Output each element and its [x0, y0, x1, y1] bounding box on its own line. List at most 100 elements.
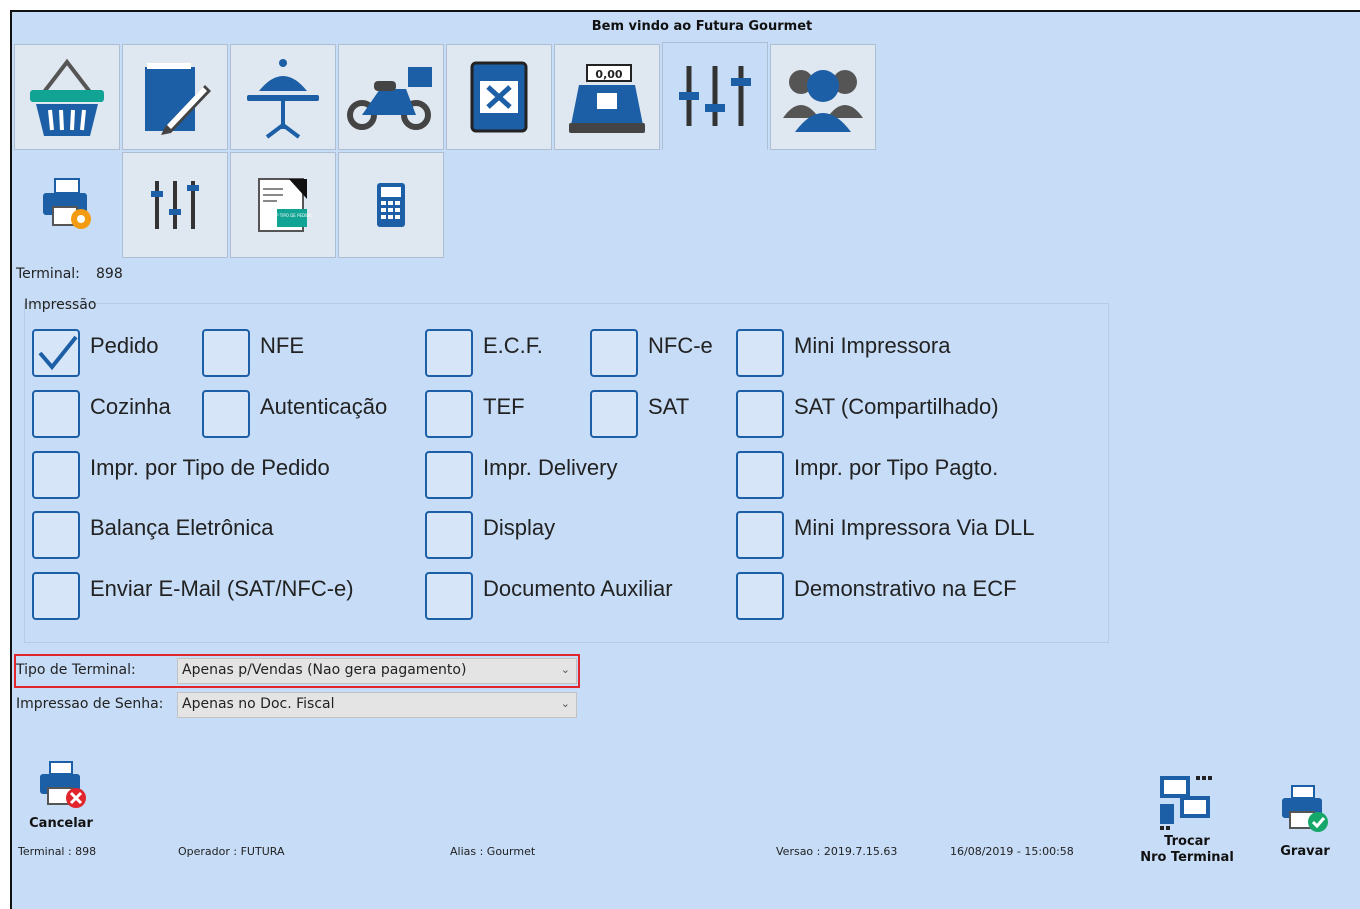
- basket-icon: [30, 58, 104, 136]
- checkbox-label: Mini Impressora Via DLL: [794, 515, 1035, 540]
- checkbox-box[interactable]: [32, 451, 80, 499]
- checkbox-box[interactable]: [425, 572, 473, 620]
- calculator-icon: [377, 183, 405, 227]
- checkbox-label: Autenticação: [260, 394, 388, 419]
- checkbox-e-c-f[interactable]: E.C.F.: [425, 329, 543, 377]
- impressao-senha-value: Apenas no Doc. Fiscal: [182, 696, 335, 712]
- checkbox-impr-delivery[interactable]: Impr. Delivery: [425, 451, 617, 499]
- checkbox-tef[interactable]: TEF: [425, 390, 525, 438]
- cash-register-icon: 0,00: [569, 64, 645, 133]
- checkbox-cozinha[interactable]: Cozinha: [32, 390, 171, 438]
- tab-orders[interactable]: [122, 44, 228, 150]
- checkbox-label: Impr. por Tipo de Pedido: [90, 455, 330, 480]
- impressao-senha-label: Impressao de Senha:: [16, 696, 164, 712]
- checkbox-nfc-e[interactable]: NFC-e: [590, 329, 713, 377]
- checkbox-box[interactable]: [32, 572, 80, 620]
- notepad-pencil-icon: [145, 63, 211, 135]
- tab-tables[interactable]: [230, 44, 336, 150]
- checkbox-label: Display: [483, 515, 556, 540]
- checkbox-box[interactable]: [736, 511, 784, 559]
- tab-menu[interactable]: [446, 44, 552, 150]
- tipo-terminal-value: Apenas p/Vendas (Nao gera pagamento): [182, 662, 467, 678]
- checkbox-display[interactable]: Display: [425, 511, 555, 559]
- checkbox-label: Mini Impressora: [794, 333, 951, 358]
- chevron-down-icon: ⌄: [560, 663, 570, 676]
- serving-table-icon: [247, 59, 319, 139]
- checkbox-box[interactable]: [32, 390, 80, 438]
- checkbox-box[interactable]: [590, 390, 638, 438]
- checkbox-mini-impressora-via-dll[interactable]: Mini Impressora Via DLL: [736, 511, 1034, 559]
- main-window: Bem vindo ao Futura Gourmet 0,00 IMP TIP…: [10, 10, 1360, 909]
- tipo-terminal-select[interactable]: Apenas p/Vendas (Nao gera pagamento) ⌄: [177, 658, 577, 684]
- checkbox-sat-compartilhado[interactable]: SAT (Compartilhado): [736, 390, 999, 438]
- save-button[interactable]: Gravar: [1270, 784, 1340, 862]
- checkbox-box[interactable]: [736, 451, 784, 499]
- status-alias: Alias : Gourmet: [450, 845, 536, 858]
- checkbox-autenticacao[interactable]: Autenticação: [202, 390, 387, 438]
- tab-cashier[interactable]: 0,00: [554, 44, 660, 150]
- checkmark-icon: [38, 335, 78, 371]
- checkbox-impr-por-tipo-de-pedido[interactable]: Impr. por Tipo de Pedido: [32, 451, 330, 499]
- tab-users[interactable]: [770, 44, 876, 150]
- checkbox-pedido[interactable]: Pedido: [32, 329, 159, 377]
- checkbox-enviar-e-mail-sat-nfc-e[interactable]: Enviar E-Mail (SAT/NFC-e): [32, 572, 354, 620]
- checkbox-box[interactable]: [425, 511, 473, 559]
- motorcycle-delivery-icon: [347, 67, 432, 130]
- checkbox-box[interactable]: [425, 390, 473, 438]
- checkbox-label: NFE: [260, 333, 304, 358]
- printer-save-icon: [1282, 785, 1328, 832]
- checkbox-label: Impr. por Tipo Pagto.: [794, 455, 999, 480]
- checkbox-sat[interactable]: SAT: [590, 390, 689, 438]
- chevron-down-icon: ⌄: [560, 697, 570, 710]
- checkbox-label: Impr. Delivery: [483, 455, 618, 480]
- impressao-senha-select[interactable]: Apenas no Doc. Fiscal ⌄: [177, 692, 577, 718]
- checkbox-nfe[interactable]: NFE: [202, 329, 304, 377]
- checkbox-box[interactable]: [202, 390, 250, 438]
- group-title: Impressão: [24, 297, 97, 313]
- change-terminal-button[interactable]: Trocar Nro Terminal: [1132, 772, 1242, 868]
- status-terminal: Terminal : 898: [18, 845, 97, 858]
- terminals-icon: [1160, 776, 1212, 830]
- tab-sales[interactable]: [14, 44, 120, 150]
- checkbox-label: NFC-e: [648, 333, 713, 358]
- cancel-label: Cancelar: [29, 816, 93, 831]
- printer-settings-icon: [43, 178, 91, 229]
- subtab-general[interactable]: [122, 152, 228, 258]
- subtab-calculator[interactable]: [338, 152, 444, 258]
- checkbox-balanca-eletronica[interactable]: Balança Eletrônica: [32, 511, 273, 559]
- users-icon: [783, 70, 863, 132]
- checkbox-box[interactable]: [425, 451, 473, 499]
- checkbox-demonstrativo-na-ecf[interactable]: Demonstrativo na ECF: [736, 572, 1017, 620]
- tab-settings[interactable]: [662, 42, 768, 150]
- checkbox-box[interactable]: [590, 329, 638, 377]
- checkbox-label: Demonstrativo na ECF: [794, 576, 1017, 601]
- checkbox-box[interactable]: [32, 511, 80, 559]
- checkbox-box[interactable]: [425, 329, 473, 377]
- cancel-button[interactable]: Cancelar: [26, 760, 96, 834]
- checkbox-label: Enviar E-Mail (SAT/NFC-e): [90, 576, 354, 601]
- sliders-icon: [151, 181, 199, 229]
- checkbox-box[interactable]: [736, 390, 784, 438]
- tab-delivery[interactable]: [338, 44, 444, 150]
- tipo-terminal-label: Tipo de Terminal:: [16, 662, 136, 678]
- checkbox-label: Cozinha: [90, 394, 171, 419]
- terminal-label: Terminal:: [16, 266, 80, 282]
- subtab-order-type-print[interactable]: IMP TIPO DE PEDIDO: [230, 152, 336, 258]
- checkbox-label: TEF: [483, 394, 525, 419]
- checkbox-box[interactable]: [202, 329, 250, 377]
- status-datetime: 16/08/2019 - 15:00:58: [950, 845, 1074, 858]
- checkbox-label: SAT (Compartilhado): [794, 394, 999, 419]
- checkbox-box[interactable]: [736, 329, 784, 377]
- checkbox-documento-auxiliar[interactable]: Documento Auxiliar: [425, 572, 673, 620]
- checkbox-mini-impressora[interactable]: Mini Impressora: [736, 329, 950, 377]
- checkbox-box[interactable]: [32, 329, 80, 377]
- checkbox-box[interactable]: [736, 572, 784, 620]
- save-label: Gravar: [1280, 844, 1330, 859]
- checkbox-label: Pedido: [90, 333, 159, 358]
- checkbox-impr-por-tipo-pagto[interactable]: Impr. por Tipo Pagto.: [736, 451, 998, 499]
- register-display: 0,00: [595, 68, 622, 81]
- subtab-printing[interactable]: [14, 152, 120, 258]
- menu-book-icon: [470, 61, 528, 133]
- window-title: Bem vindo ao Futura Gourmet: [591, 19, 813, 34]
- checkbox-label: E.C.F.: [483, 333, 543, 358]
